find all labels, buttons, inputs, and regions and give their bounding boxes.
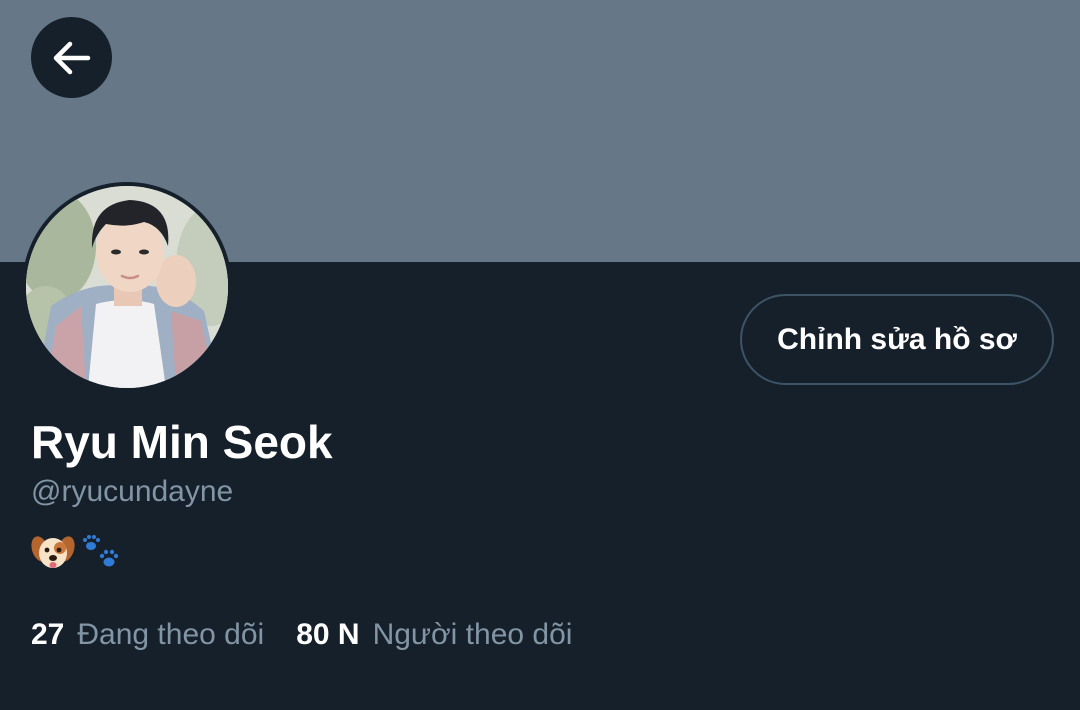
follow-stats: 27 Đang theo dõi 80 N Người theo dõi [31,614,572,656]
arrow-left-icon [50,36,94,80]
following-count: 27 [31,618,65,651]
dog-face-icon [31,532,75,572]
edit-profile-button[interactable]: Chỉnh sửa hồ sơ [740,294,1054,385]
paw-prints-icon [79,532,123,572]
followers-label: Người theo dõi [372,618,573,651]
avatar[interactable] [22,182,232,392]
followers-count: 80 N [296,618,360,651]
bio [31,530,123,574]
avatar-photo [26,186,228,388]
back-button[interactable] [31,17,112,98]
followers-stat[interactable]: 80 N Người theo dõi [296,614,572,656]
username: @ryucundayne [31,475,234,508]
following-label: Đang theo dõi [77,618,265,651]
profile-screen: Chỉnh sửa hồ sơ Ryu Min Seok @ryucundayn… [0,0,1080,710]
display-name: Ryu Min Seok [31,416,333,468]
following-stat[interactable]: 27 Đang theo dõi [31,614,264,656]
